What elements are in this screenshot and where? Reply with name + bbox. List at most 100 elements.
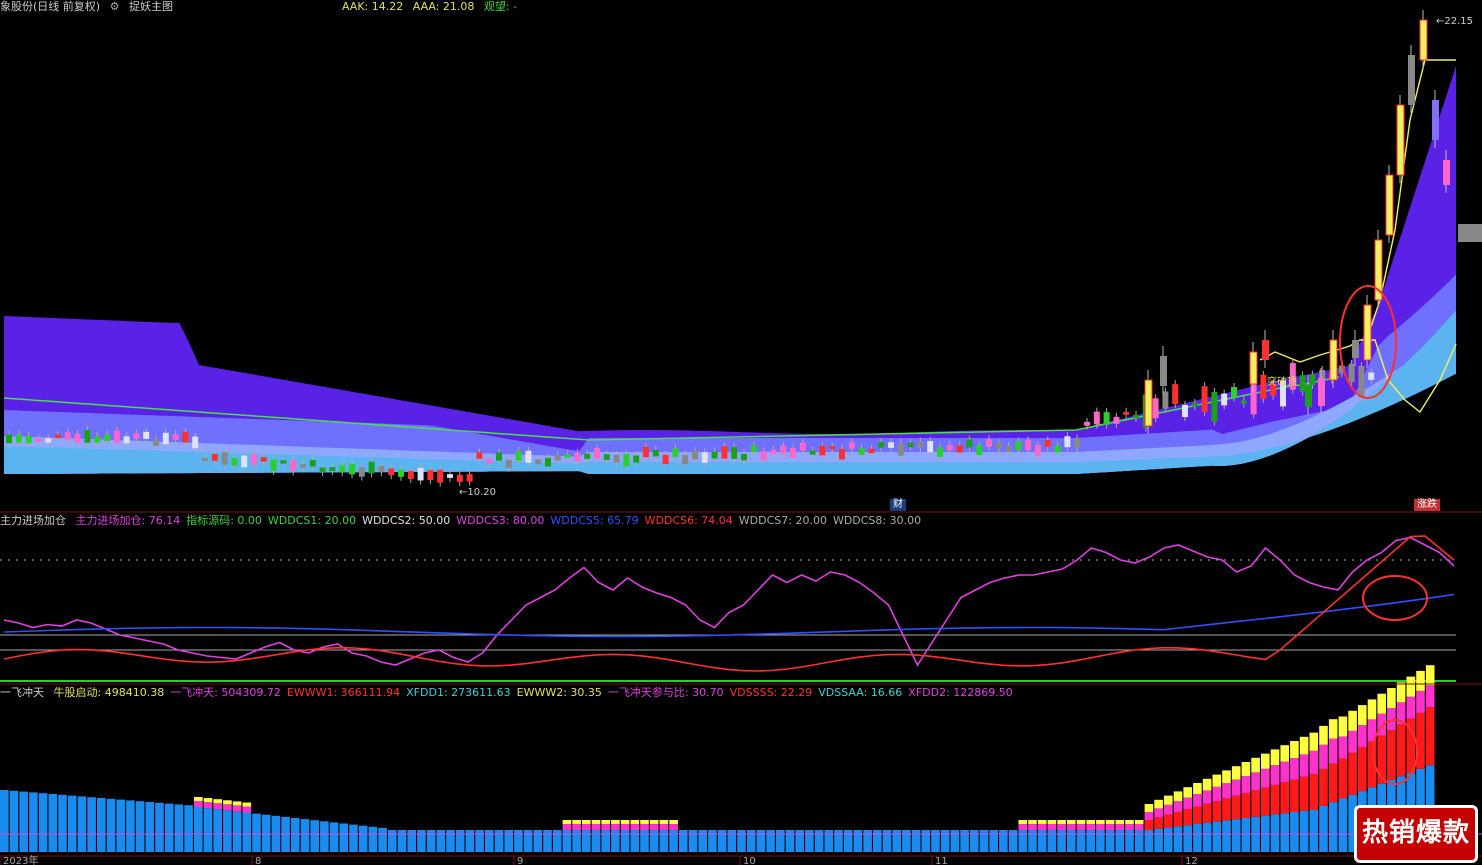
axis-label: 11 — [935, 856, 948, 865]
axis-label: 12 — [1185, 856, 1198, 865]
candle-body — [1074, 438, 1081, 448]
candle-body — [1152, 398, 1159, 419]
candle-body — [1044, 440, 1051, 447]
volume-bar — [1309, 750, 1319, 775]
volume-bar — [242, 806, 252, 813]
candle-body — [1443, 160, 1450, 185]
volume-bar — [19, 791, 28, 852]
promo-badge[interactable]: 热销爆款 — [1354, 805, 1478, 863]
volume-bar — [931, 830, 940, 852]
volume-bar — [805, 830, 814, 852]
volume-bar — [164, 803, 174, 852]
volume-bar — [572, 820, 581, 824]
candle-body — [143, 431, 150, 439]
candle-body — [1309, 374, 1316, 385]
volume-bar — [1328, 763, 1338, 803]
volume-bar — [970, 830, 979, 852]
volume-bar — [1367, 699, 1377, 720]
volume-bar — [213, 803, 222, 810]
candle-body — [760, 451, 767, 461]
candle-body — [1035, 444, 1041, 456]
volume-bar — [572, 824, 581, 830]
volume-bar — [582, 824, 591, 830]
volume-bar — [38, 793, 48, 852]
volume-bar — [1018, 824, 1028, 830]
finance-tag[interactable]: 财 — [890, 499, 906, 511]
volume-bar — [1212, 786, 1222, 802]
volume-bar — [921, 830, 931, 852]
volume-bar — [591, 820, 601, 824]
volume-bar — [1270, 784, 1280, 815]
candle-body — [55, 434, 61, 439]
indicator1-plot — [0, 535, 1456, 682]
candle-body — [407, 471, 414, 479]
volume-bar — [1396, 724, 1406, 777]
volume-bar — [1270, 814, 1280, 852]
stock-chart[interactable]: 2023年 8 9 10 11 12 — [0, 0, 1482, 865]
volume-bar — [174, 804, 184, 852]
volume-bar — [213, 799, 222, 804]
volume-bar — [1134, 820, 1144, 824]
candle-body — [535, 459, 542, 465]
volume-bar — [776, 830, 785, 852]
volume-bar — [688, 830, 698, 852]
candle-body — [290, 459, 297, 472]
volume-bar — [58, 794, 67, 852]
volume-bar — [485, 830, 494, 852]
volume-bar — [1319, 805, 1328, 852]
candle-body — [1318, 378, 1325, 406]
volume-bar — [339, 823, 349, 852]
volume-bar — [1105, 820, 1115, 824]
volume-bar — [863, 830, 872, 852]
volume-bar — [601, 824, 610, 830]
candle-body — [476, 452, 483, 459]
candle-body — [780, 445, 787, 454]
volume-bar — [1105, 830, 1115, 852]
candle-body — [594, 448, 600, 459]
volume-bar — [1290, 779, 1299, 812]
volume-bar — [1387, 688, 1396, 708]
volume-bar — [417, 830, 426, 852]
volume-bar — [873, 830, 882, 852]
volume-bar — [814, 830, 824, 852]
volume-bar — [1387, 708, 1396, 730]
volume-bar — [999, 830, 1008, 852]
volume-bar — [1086, 820, 1095, 824]
volume-bar — [601, 830, 610, 852]
volume-bar — [1309, 774, 1319, 810]
candle-body — [113, 430, 120, 443]
volume-bar — [1231, 795, 1241, 820]
volume-bar — [659, 824, 669, 830]
candle-body — [417, 467, 424, 481]
candle-body — [682, 454, 689, 464]
volume-bar — [213, 809, 222, 852]
volume-bar — [552, 830, 562, 852]
candle-body — [1201, 386, 1208, 412]
candle-body — [339, 465, 346, 473]
candle-body — [721, 446, 728, 459]
candle-body — [6, 434, 12, 444]
candle-body — [672, 448, 679, 458]
candle-body — [692, 450, 698, 460]
volume-bar — [1164, 795, 1173, 805]
volume-bar — [1270, 765, 1280, 785]
volume-bar — [1154, 799, 1163, 809]
volume-bar — [562, 830, 572, 852]
volume-bar — [1086, 830, 1095, 852]
volume-bar — [582, 830, 591, 852]
volume-bar — [746, 830, 756, 852]
axis-label: 8 — [255, 856, 261, 865]
volume-bar — [1164, 804, 1173, 815]
volume-bar — [1076, 820, 1086, 824]
volume-bar — [1115, 824, 1125, 830]
candle-body — [388, 468, 395, 476]
volume-bar — [1280, 782, 1289, 814]
volume-bar — [1319, 744, 1328, 769]
volume-bar — [504, 830, 513, 852]
limit-tag[interactable]: 涨跌 — [1414, 499, 1440, 511]
candle-body — [888, 442, 894, 448]
candle-body — [1396, 104, 1405, 176]
candle-body — [1299, 375, 1306, 392]
volume-bar — [378, 827, 387, 852]
volume-bar — [960, 830, 969, 852]
